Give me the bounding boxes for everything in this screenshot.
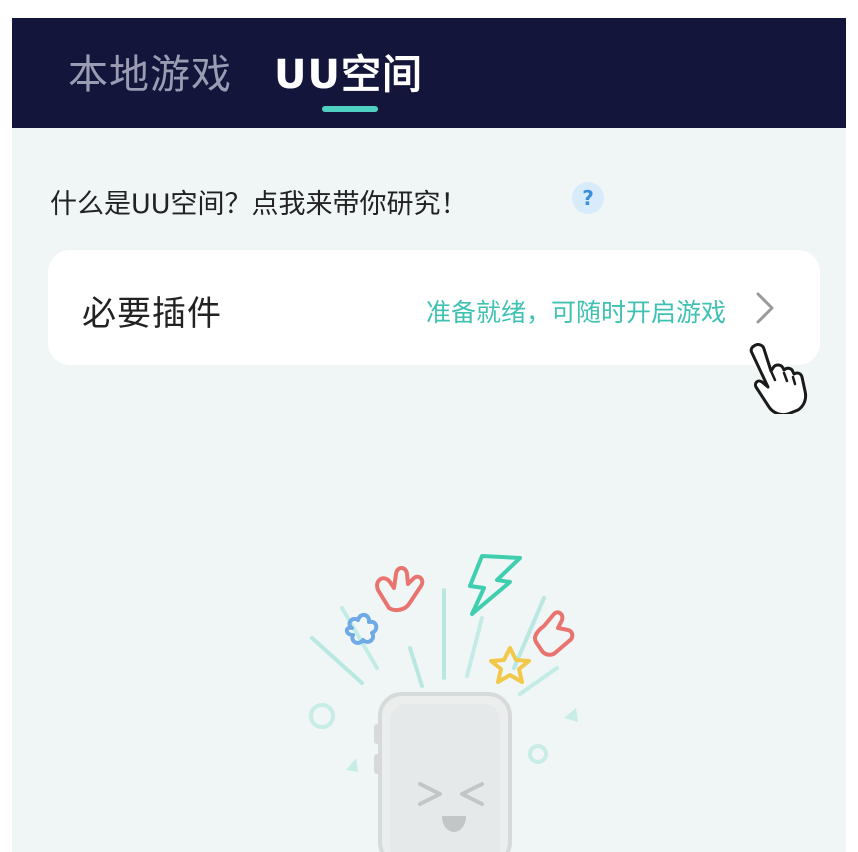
active-tab-indicator <box>322 106 378 112</box>
tab-uu-space[interactable]: UU空间 <box>274 42 423 100</box>
hand-cursor-icon <box>749 343 808 414</box>
plugin-card-title: 必要插件 <box>82 294 222 334</box>
top-tab-bar: 本地游戏 UU空间 <box>12 18 846 128</box>
tab-local-games[interactable]: 本地游戏 <box>68 42 232 100</box>
required-plugins-card[interactable]: 必要插件 准备就绪，可随时开启游戏 <box>48 250 820 365</box>
plugin-status-text: 准备就绪，可随时开启游戏 <box>425 298 726 327</box>
question-icon[interactable]: ? <box>572 182 604 214</box>
app-screen: 本地游戏 UU空间 什么是UU空间？点我来带你研究！ ? 必要插件 准备就绪，可… <box>12 18 846 852</box>
chevron-right-icon[interactable] <box>754 290 776 326</box>
phone-illustration <box>309 554 578 852</box>
what-is-uu-space-link[interactable]: 什么是UU空间？点我来带你研究！ <box>50 182 468 221</box>
